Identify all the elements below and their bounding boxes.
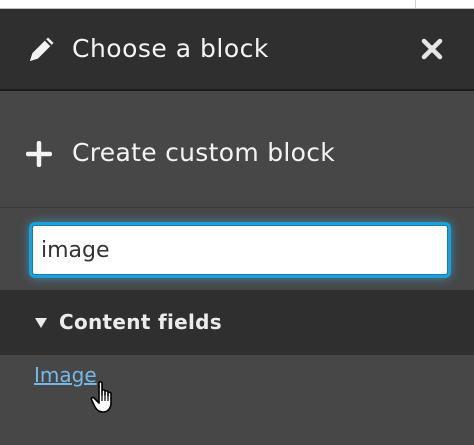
close-icon[interactable] (418, 35, 446, 63)
content-fields-section-toggle[interactable]: Content fields (0, 290, 474, 355)
block-link-image[interactable]: Image (34, 361, 97, 389)
plus-icon (26, 141, 52, 167)
create-custom-block-label: Create custom block (72, 138, 336, 167)
block-filter-input[interactable] (32, 225, 448, 275)
page-background-strip (0, 0, 474, 9)
choose-block-dialog: Choose a block Create custom block Conte… (0, 9, 474, 445)
create-custom-block-link[interactable]: Create custom block (0, 91, 474, 207)
section-label: Content fields (59, 310, 222, 334)
block-filter-wrapper (32, 225, 448, 275)
screen: Choose a block Create custom block Conte… (0, 0, 474, 445)
block-results-list: Image (0, 355, 474, 445)
caret-down-icon (35, 318, 47, 328)
pencil-icon (30, 37, 54, 61)
dialog-header: Choose a block (0, 9, 474, 91)
dialog-title: Choose a block (72, 34, 269, 63)
divider (0, 207, 474, 208)
